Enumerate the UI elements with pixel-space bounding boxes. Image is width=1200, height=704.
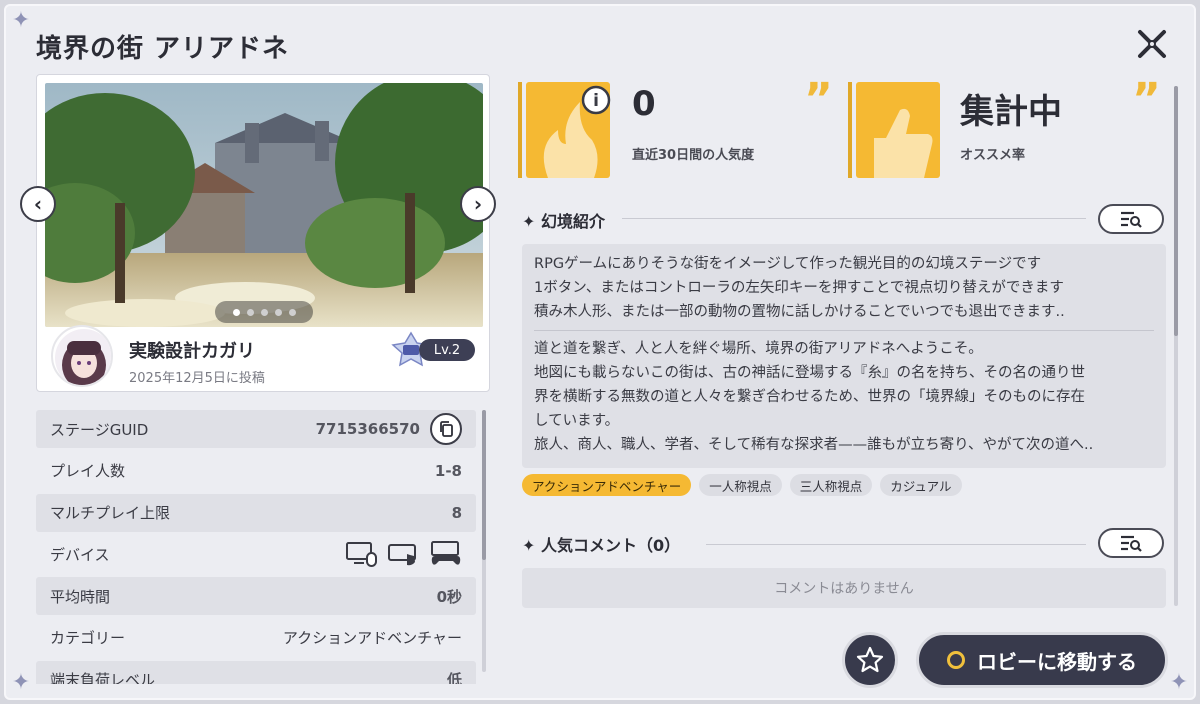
carousel-dot[interactable] xyxy=(232,308,240,316)
corner-ornament-icon: ✦ xyxy=(1169,670,1189,695)
level-label: Lv.2 xyxy=(419,339,475,361)
mobile-touch-icon xyxy=(388,544,416,566)
posted-date: 2025年12月5日に投稿 xyxy=(129,371,265,386)
intro-description: RPGゲームにありそうな街をイメージして作った観光目的の幻境ステージです 1ボタ… xyxy=(522,244,1166,468)
go-to-lobby-label: ロビーに移動する xyxy=(977,649,1137,674)
info-scrollbar[interactable] xyxy=(482,410,486,672)
tag-list: アクションアドベンチャー 一人称視点 三人称視点 カジュアル xyxy=(522,474,962,496)
info-value: 7715366570 xyxy=(315,420,420,438)
carousel-dot[interactable] xyxy=(288,308,296,316)
quote-mark-icon: ” xyxy=(804,74,833,125)
carousel-dot[interactable] xyxy=(260,308,268,316)
info-label: プレイ人数 xyxy=(50,462,126,481)
svg-text:i: i xyxy=(593,91,599,111)
chevron-right-icon: › xyxy=(473,192,483,216)
info-row-multiplay-limit: マルチプレイ上限 8 xyxy=(36,493,476,532)
info-value: 1-8 xyxy=(434,461,462,480)
right-scrollbar-thumb[interactable] xyxy=(1174,86,1178,336)
carousel-dot[interactable] xyxy=(246,308,254,316)
page-title: 境界の街 アリアドネ xyxy=(36,34,290,64)
info-label: ステージGUID xyxy=(50,420,149,439)
tag-chip[interactable]: 三人称視点 xyxy=(789,474,873,496)
carousel-prev-button[interactable]: ‹ xyxy=(20,186,56,222)
intro-text-line: 1ボタン、またはコントローラの左矢印キーを押すことで視点切り替えができます xyxy=(534,280,1064,296)
info-value: 低 xyxy=(446,671,462,684)
avatar[interactable] xyxy=(51,325,113,387)
carousel-indicator xyxy=(215,301,313,323)
comments-empty-state: コメントはありません xyxy=(522,568,1166,608)
info-row-category: カテゴリー アクションアドベンチャー xyxy=(36,619,476,657)
go-to-lobby-button[interactable]: ロビーに移動する xyxy=(916,632,1168,688)
quote-mark-icon: ” xyxy=(1132,74,1161,125)
gamepad-icon xyxy=(431,541,461,566)
sparkle-icon: ✦ xyxy=(522,212,541,231)
stage-screenshot[interactable] xyxy=(45,83,483,327)
stage-card: 実験設計カガリ 2025年12月5日に投稿 Lv.2 xyxy=(36,74,490,392)
divider xyxy=(622,218,1086,219)
close-button[interactable] xyxy=(1132,24,1172,64)
divider xyxy=(534,330,1154,331)
carousel-next-button[interactable]: › xyxy=(460,186,496,222)
intro-text-line: しています。 xyxy=(534,413,620,429)
carousel-dot[interactable] xyxy=(274,308,282,316)
recommend-label: オススメ率 xyxy=(960,148,1026,163)
info-label: 平均時間 xyxy=(50,587,111,606)
right-scrollbar[interactable] xyxy=(1174,86,1178,606)
chevron-left-icon: ‹ xyxy=(33,192,43,216)
info-value: 0秒 xyxy=(436,587,462,606)
intro-text-line: 道と道を繋ぎ、人と人を絆ぐ場所、境界の街アリアドネへようこそ。 xyxy=(534,341,983,357)
list-search-icon xyxy=(1121,535,1142,552)
pc-mouse-icon xyxy=(346,542,377,568)
intro-text-line: RPGゲームにありそうな街をイメージして作った観光目的の幻境ステージです xyxy=(534,256,1042,272)
popularity-label: 直近30日間の人気度 xyxy=(632,148,755,163)
device-icons xyxy=(346,541,462,568)
info-row-guid: ステージGUID 7715366570 xyxy=(36,410,476,448)
intro-text-line: 界を横断する無数の道と人々を繋ぎ合わせるため、世界の「境界線」そのものに存在 xyxy=(534,389,1085,405)
copy-icon xyxy=(440,421,453,437)
info-value: アクションアドベンチャー xyxy=(282,629,462,648)
info-label: 端末負荷レベル xyxy=(50,671,156,684)
tag-chip[interactable]: アクションアドベンチャー xyxy=(522,474,692,496)
author-name[interactable]: 実験設計カガリ xyxy=(129,337,255,363)
info-scrollbar-thumb[interactable] xyxy=(482,410,486,560)
info-row-avg-time: 平均時間 0秒 xyxy=(36,577,476,616)
info-label: カテゴリー xyxy=(50,629,126,648)
info-row-players: プレイ人数 1-8 xyxy=(36,452,476,490)
info-row-devices: デバイス xyxy=(36,535,476,573)
intro-text-line: 旅人、商人、職人、学者、そして稀有な探求者——誰もが立ち寄り、やがて次の道へ.. xyxy=(534,437,1094,453)
corner-ornament-icon: ✦ xyxy=(11,8,31,33)
intro-section-title: 幻境紹介 xyxy=(540,212,605,231)
divider xyxy=(706,544,1086,545)
info-value: 8 xyxy=(451,503,462,522)
recommend-value: 集計中 xyxy=(960,92,1062,132)
comments-section-header: ✦ 人気コメント（0） xyxy=(522,532,680,556)
intro-text-line: 積み木人形、または一部の動物の置物に話しかけることでいつでも退出できます.. xyxy=(534,304,1065,320)
list-search-icon xyxy=(1121,211,1142,228)
creator-level-badge: Lv.2 xyxy=(389,331,489,367)
stage-info-list: ステージGUID 7715366570 プレイ人数 1-8 マルチプレイ上限 8… xyxy=(36,410,476,684)
corner-ornament-icon: ✦ xyxy=(11,670,31,695)
tag-chip[interactable]: カジュアル xyxy=(880,474,962,496)
star-icon xyxy=(856,646,884,673)
intro-detail-button[interactable] xyxy=(1098,204,1164,234)
confirm-ring-icon xyxy=(947,651,965,669)
comments-section-title: 人気コメント（0） xyxy=(540,536,681,555)
popularity-flame-icon: i xyxy=(518,82,611,178)
comments-detail-button[interactable] xyxy=(1098,528,1164,558)
info-label: デバイス xyxy=(50,545,110,564)
copy-guid-button[interactable] xyxy=(430,413,462,445)
intro-text-line: 地図にも載らないこの街は、古の神話に登場する『糸』の名を持ち、その名の通り世 xyxy=(534,365,1085,381)
tag-chip[interactable]: 一人称視点 xyxy=(699,474,782,496)
close-icon xyxy=(1138,30,1166,58)
info-row-load-level: 端末負荷レベル 低 xyxy=(36,660,476,684)
info-label: マルチプレイ上限 xyxy=(50,504,171,523)
popularity-value: 0 xyxy=(632,84,656,124)
intro-section-header: ✦ 幻境紹介 xyxy=(522,208,605,232)
recommend-thumb-icon xyxy=(848,82,940,178)
stage-detail-panel: ✦ ✦ ✦ 境界の街 アリアドネ 実験設計カガリ 2025年12月5日に投稿 L… xyxy=(4,4,1196,700)
sparkle-icon: ✦ xyxy=(522,536,541,555)
favorite-button[interactable] xyxy=(842,632,898,688)
